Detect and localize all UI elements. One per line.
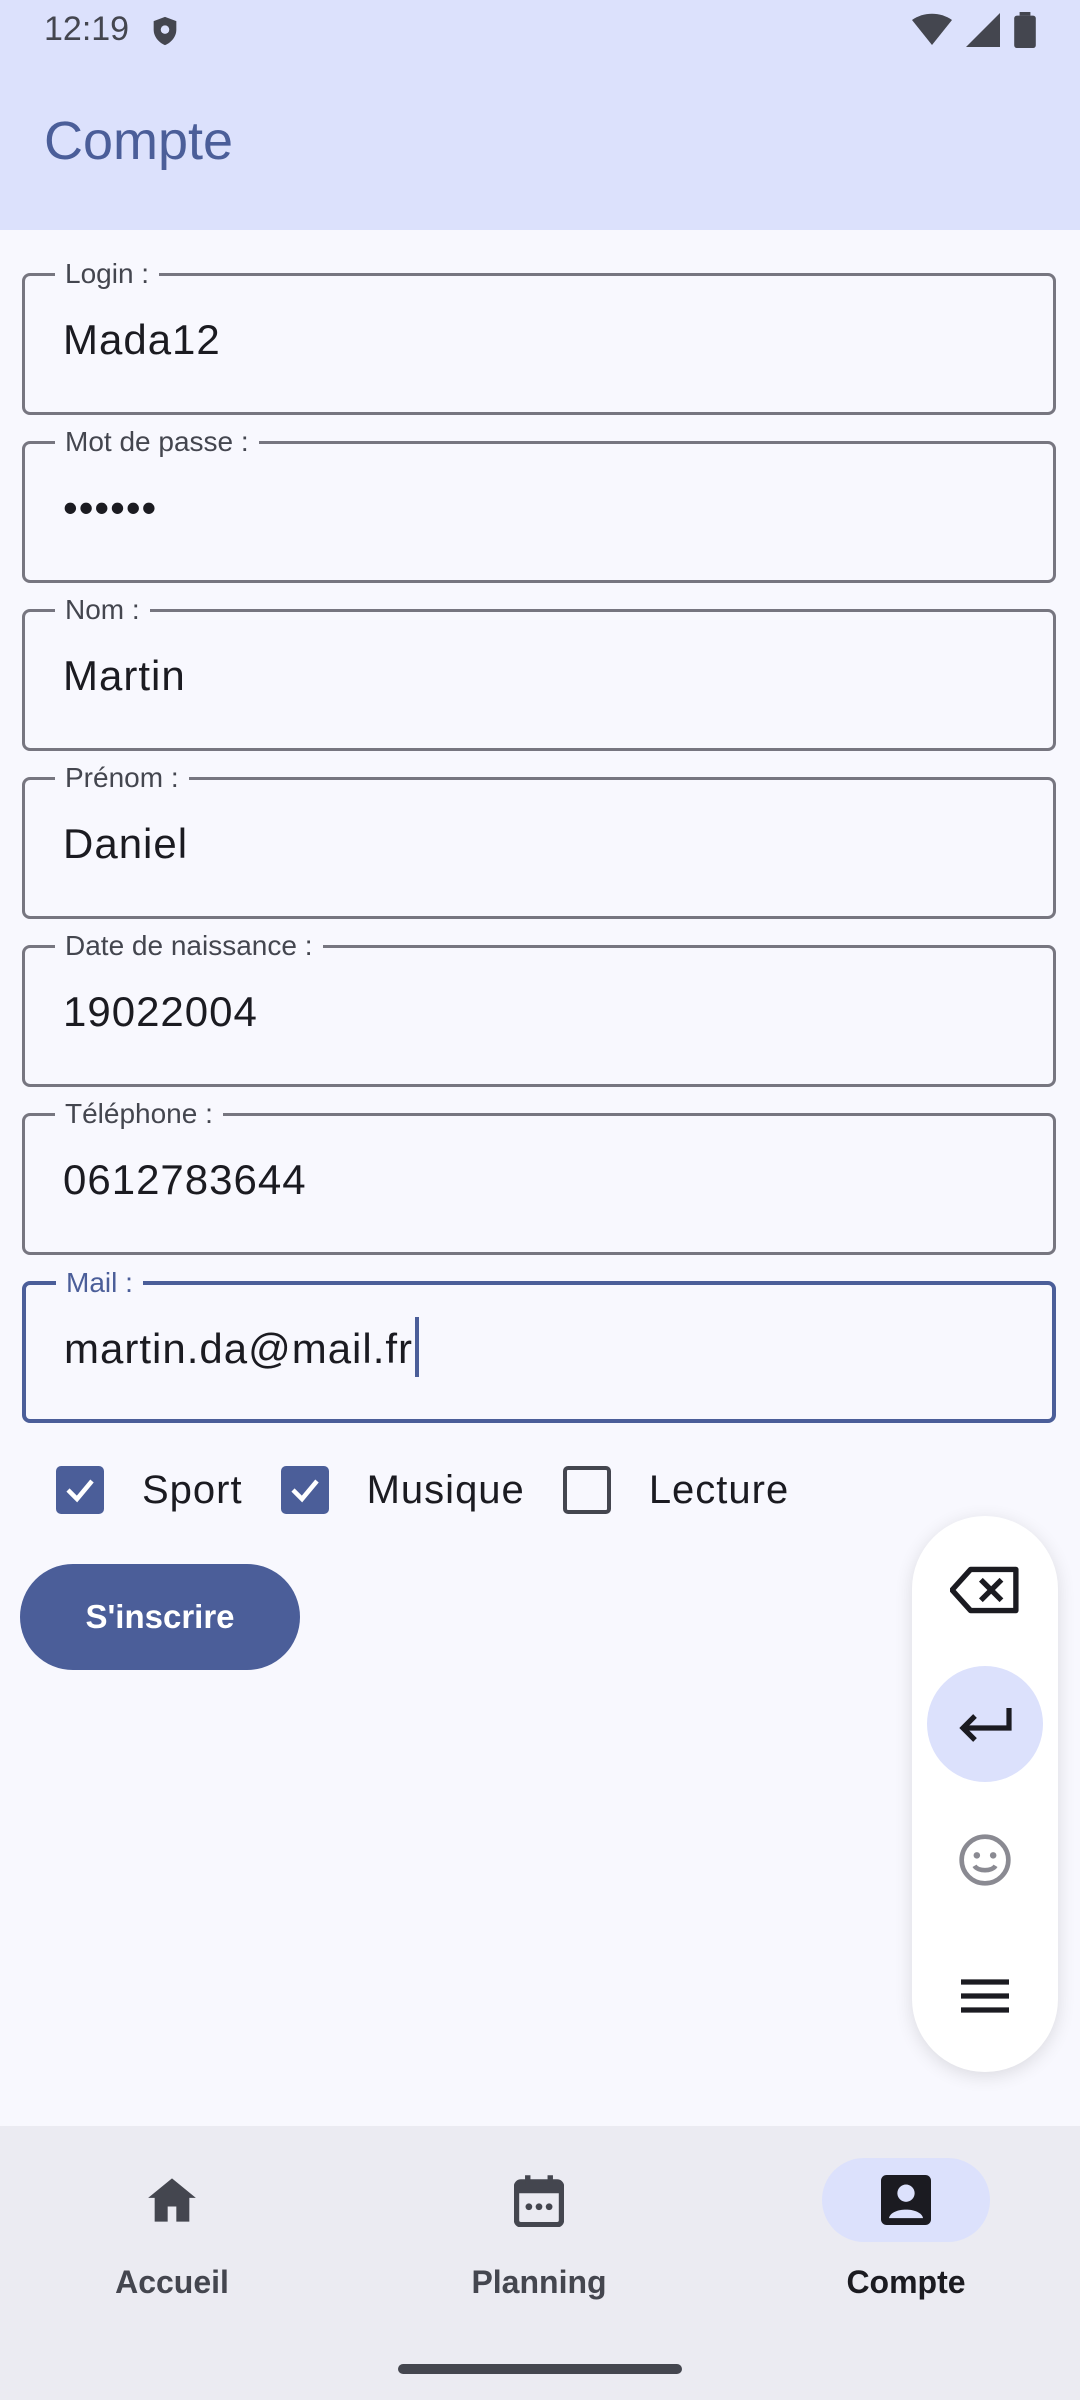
phone-value: 0612783644 <box>63 1156 307 1203</box>
backspace-icon[interactable] <box>927 1532 1043 1648</box>
wifi-icon <box>912 13 952 52</box>
mail-value: martin.da@mail.fr <box>64 1325 414 1372</box>
home-icon <box>88 2158 256 2242</box>
checkbox-sport[interactable]: Sport <box>56 1466 243 1514</box>
emoji-icon[interactable] <box>927 1802 1043 1918</box>
nom-value: Martin <box>63 652 186 699</box>
nav-item-planning[interactable]: Planning <box>419 2158 659 2308</box>
birthdate-label: Date de naissance : <box>55 929 323 963</box>
interests-checkboxes: Sport Musique Lecture <box>56 1460 827 1520</box>
menu-icon[interactable] <box>927 1938 1043 2054</box>
text-cursor <box>415 1316 420 1377</box>
password-field[interactable]: Mot de passe : •••••• <box>22 425 1056 583</box>
login-field[interactable]: Login : Mada12 <box>22 257 1056 415</box>
nav-label-planning: Planning <box>471 2264 607 2300</box>
nom-field[interactable]: Nom : Martin <box>22 593 1056 751</box>
account-icon <box>822 2158 990 2242</box>
password-value: •••••• <box>63 484 158 531</box>
prenom-value: Daniel <box>63 820 189 867</box>
shield-icon <box>148 14 182 48</box>
check-icon <box>66 1479 94 1503</box>
nav-label-accueil: Accueil <box>115 2264 229 2300</box>
prenom-label: Prénom : <box>55 761 189 795</box>
status-bar: 12:19 <box>0 0 1080 62</box>
password-label: Mot de passe : <box>55 425 259 459</box>
signal-icon <box>966 12 1000 52</box>
keyboard-toolbar <box>912 1516 1058 2072</box>
enter-icon[interactable] <box>927 1666 1043 1782</box>
nav-item-accueil[interactable]: Accueil <box>52 2158 292 2308</box>
top-app-bar: 12:19 Compte <box>0 0 1080 230</box>
birthdate-field[interactable]: Date de naissance : 19022004 <box>22 929 1056 1087</box>
checkbox-lecture-label: Lecture <box>648 1467 790 1512</box>
check-icon <box>291 1479 319 1503</box>
checkbox-sport-box[interactable] <box>56 1466 104 1514</box>
phone-label: Téléphone : <box>55 1097 223 1131</box>
mail-label: Mail : <box>56 1266 143 1300</box>
checkbox-lecture-box[interactable] <box>562 1466 611 1514</box>
phone-field[interactable]: Téléphone : 0612783644 <box>22 1097 1056 1255</box>
signup-button[interactable]: S'inscrire <box>20 1564 300 1670</box>
mail-value-wrap: martin.da@mail.fr <box>64 1316 420 1377</box>
login-value: Mada12 <box>63 316 221 363</box>
checkbox-lecture[interactable]: Lecture <box>562 1466 790 1514</box>
bottom-navigation: Accueil Planning Compte <box>0 2126 1080 2400</box>
battery-icon <box>1014 11 1036 53</box>
login-label: Login : <box>55 257 160 291</box>
checkbox-musique[interactable]: Musique <box>280 1466 525 1514</box>
nav-item-compte[interactable]: Compte <box>786 2158 1026 2308</box>
mail-field[interactable]: Mail : martin.da@mail.fr <box>22 1266 1056 1423</box>
page-title: Compte <box>44 111 234 171</box>
status-time: 12:19 <box>44 10 130 48</box>
nav-label-compte: Compte <box>846 2264 966 2300</box>
calendar-icon <box>455 2158 623 2242</box>
checkbox-musique-box[interactable] <box>280 1466 329 1514</box>
checkbox-musique-label: Musique <box>366 1467 525 1512</box>
birthdate-value: 19022004 <box>63 988 258 1035</box>
gesture-home-indicator[interactable] <box>398 2364 682 2374</box>
nom-label: Nom : <box>55 593 150 627</box>
checkbox-sport-label: Sport <box>142 1467 243 1512</box>
prenom-field[interactable]: Prénom : Daniel <box>22 761 1056 919</box>
